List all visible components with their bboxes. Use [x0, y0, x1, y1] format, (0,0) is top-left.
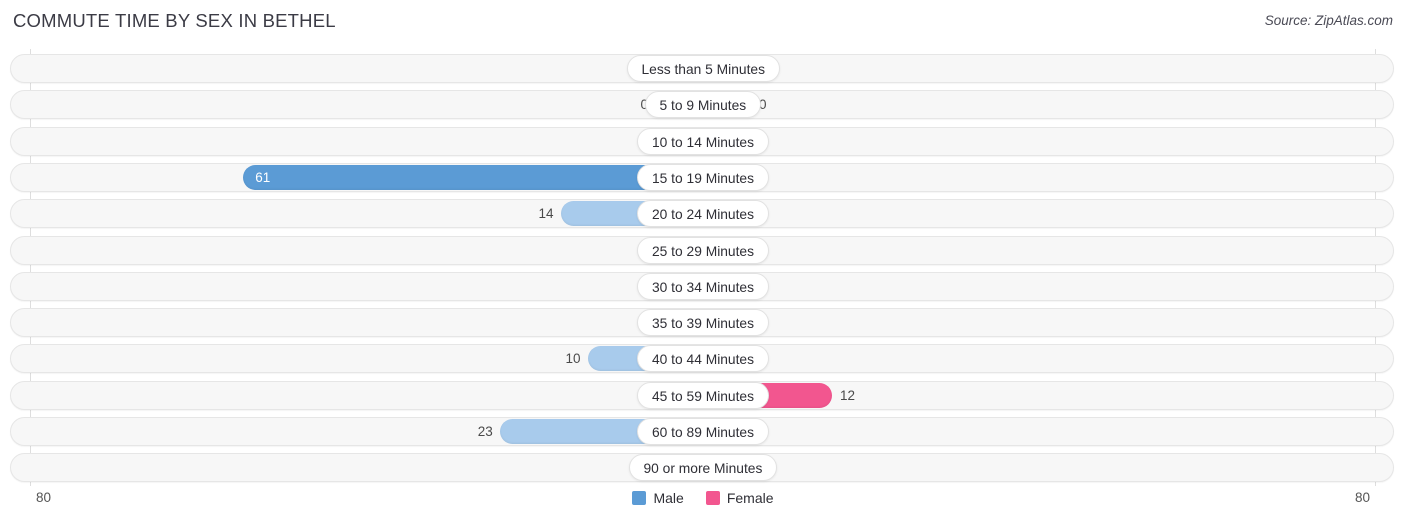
table-row[interactable]: 00Less than 5 Minutes — [10, 54, 1394, 83]
legend-swatch-male-icon — [632, 491, 647, 505]
table-row[interactable]: 0010 to 14 Minutes — [10, 126, 1394, 156]
category-label-pill[interactable]: 20 to 24 Minutes — [637, 200, 770, 228]
value-label-male: 10 — [565, 351, 581, 367]
table-row[interactable]: 01245 to 59 Minutes — [10, 380, 1394, 410]
category-label-pill[interactable]: 10 to 14 Minutes — [637, 127, 770, 155]
category-label-pill[interactable]: 40 to 44 Minutes — [637, 345, 770, 373]
legend-item-female[interactable]: Female — [705, 490, 774, 506]
value-label-male: 23 — [477, 424, 493, 439]
category-label-pill[interactable]: 90 or more Minutes — [628, 454, 778, 482]
table-row[interactable]: 10040 to 44 Minutes — [10, 344, 1394, 374]
table-row[interactable]: 005 to 9 Minutes — [10, 90, 1394, 120]
table-row[interactable]: 23060 to 89 Minutes — [10, 417, 1394, 446]
category-label-pill[interactable]: Less than 5 Minutes — [626, 55, 780, 82]
table-row[interactable]: 0090 or more Minutes — [10, 453, 1394, 483]
table-row[interactable]: 61015 to 19 Minutes — [10, 162, 1394, 192]
table-row[interactable]: 0035 to 39 Minutes — [10, 308, 1394, 338]
source-attribution: Source: ZipAtlas.com — [1264, 13, 1393, 28]
legend-label-male: Male — [653, 490, 684, 506]
chart-header: COMMUTE TIME BY SEX IN BETHEL Source: Zi… — [0, 0, 1406, 46]
legend-swatch-female-icon — [705, 491, 720, 505]
value-label-male: 14 — [538, 206, 554, 222]
category-label-pill[interactable]: 30 to 34 Minutes — [637, 272, 770, 300]
category-label-pill[interactable]: 35 to 39 Minutes — [637, 309, 770, 337]
bar-male[interactable] — [243, 164, 703, 190]
category-label-pill[interactable]: 15 to 19 Minutes — [637, 163, 770, 191]
category-label-pill[interactable]: 45 to 59 Minutes — [637, 381, 770, 409]
legend-label-female: Female — [726, 490, 774, 506]
value-label-male: 0 — [615, 95, 648, 114]
legend-item-male[interactable]: Male — [632, 490, 684, 506]
table-row[interactable]: 0025 to 29 Minutes — [10, 235, 1394, 265]
category-label-pill[interactable]: 60 to 89 Minutes — [637, 418, 770, 445]
table-row[interactable]: 0030 to 34 Minutes — [10, 271, 1394, 301]
value-label-male: 61 — [255, 169, 271, 185]
category-label-pill[interactable]: 5 to 9 Minutes — [644, 91, 762, 119]
table-row[interactable]: 14020 to 24 Minutes — [10, 199, 1394, 229]
page-title: COMMUTE TIME BY SEX IN BETHEL — [13, 10, 336, 31]
chart-plot-area: 00Less than 5 Minutes 005 to 9 Minutes 001… — [0, 46, 1406, 486]
category-label-pill[interactable]: 25 to 29 Minutes — [637, 236, 770, 264]
chart-legend: Male Female — [0, 490, 1406, 506]
value-label-female: 12 — [840, 387, 856, 403]
chart-footer: 80 80 Male Female — [0, 486, 1406, 523]
